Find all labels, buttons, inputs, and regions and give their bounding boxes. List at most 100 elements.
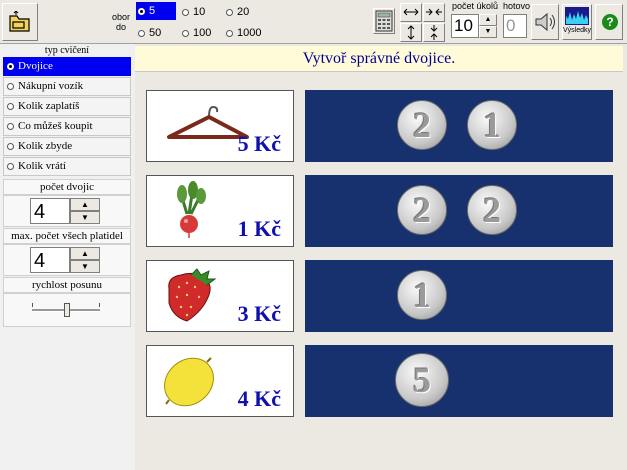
range-option-label: 100 — [193, 27, 212, 39]
range-option-10[interactable]: 10 — [180, 3, 220, 21]
expand-vertical-button[interactable] — [400, 23, 422, 42]
done-label: hotovo — [503, 1, 531, 11]
coin-1kc[interactable]: 1 — [467, 100, 517, 150]
coin-1kc[interactable]: 1 — [397, 270, 447, 320]
item-price: 5 Kč — [237, 131, 281, 156]
coin-2kc[interactable]: 2 — [397, 100, 447, 150]
exercise-option-kolik-zbyde[interactable]: Kolik zbyde — [3, 137, 131, 156]
radio-icon — [7, 102, 14, 110]
range-option-1000[interactable]: 1000 — [224, 24, 268, 42]
exercise-option-kolik-vrati[interactable]: Kolik vrátí — [3, 157, 131, 176]
strawberry-icon — [168, 268, 217, 322]
radish-icon — [177, 181, 206, 238]
range-label: obor do — [108, 12, 134, 32]
pairs-count-up-button[interactable]: ▲ — [70, 198, 100, 211]
range-label-top: obor — [111, 12, 130, 22]
exercise-option-label: Co můžeš koupit — [18, 120, 93, 132]
slider-tick — [99, 303, 100, 307]
radio-icon — [226, 8, 233, 16]
radio-icon — [7, 122, 14, 130]
radio-icon — [7, 62, 14, 70]
speed-slider[interactable] — [3, 293, 131, 327]
exercise-option-label: Kolik vrátí — [18, 160, 66, 172]
arrow-up-icon: ▲ — [81, 200, 89, 209]
exercise-option-label: Kolik zbyde — [18, 140, 73, 152]
coin-5kc[interactable]: 5 — [395, 353, 449, 407]
calculator-button[interactable] — [373, 8, 395, 34]
coin-panel-2[interactable]: 2 2 — [305, 175, 613, 247]
instruction-text: Vytvoř správné dvojice. — [135, 46, 623, 72]
pairs-count-label: počet dvojic — [3, 179, 131, 195]
pairs-count-input[interactable]: 4 — [30, 198, 70, 224]
folder-icon — [9, 11, 30, 32]
done-value: 0 — [503, 14, 527, 38]
results-label: Výsledky — [563, 27, 592, 34]
item-card-radish[interactable]: 1 Kč — [146, 175, 294, 247]
help-button[interactable]: ? — [595, 4, 623, 40]
coin-2kc[interactable]: 2 — [467, 185, 517, 235]
arrow-up-icon: ▲ — [484, 16, 492, 23]
shrink-horizontal-button[interactable] — [423, 3, 445, 22]
item-price: 3 Kč — [237, 301, 281, 326]
help-icon: ? — [602, 14, 618, 30]
lemon-icon — [164, 357, 214, 407]
max-coins-spinner: 4 ▲ ▼ — [3, 244, 131, 276]
arrows-vertical-in-icon — [430, 25, 438, 40]
range-option-label: 1000 — [237, 27, 262, 39]
exercise-option-dvojice[interactable]: Dvojice — [3, 57, 131, 76]
shrink-vertical-button[interactable] — [423, 23, 445, 42]
task-count-up-button[interactable]: ▲ — [479, 14, 497, 26]
item-price: 1 Kč — [237, 216, 281, 241]
task-count-input[interactable]: 10 — [451, 14, 479, 38]
open-folder-button[interactable] — [2, 3, 38, 41]
speed-label: rychlost posunu — [3, 277, 131, 293]
task-count-down-button[interactable]: ▼ — [479, 26, 497, 38]
range-option-50[interactable]: 50 — [136, 24, 176, 42]
range-option-label: 5 — [149, 5, 156, 17]
radio-icon — [182, 29, 189, 37]
arrows-out-icon — [403, 8, 419, 16]
range-label-bottom: do — [115, 22, 126, 32]
exercise-type-label: typ cvičení — [44, 45, 90, 56]
slider-tick — [32, 303, 33, 307]
item-card-hanger[interactable]: 5 Kč — [146, 90, 294, 162]
sound-button[interactable] — [531, 4, 559, 40]
expand-horizontal-button[interactable] — [400, 3, 422, 22]
arrows-vertical-out-icon — [407, 25, 415, 40]
arrow-down-icon: ▼ — [81, 213, 89, 222]
exercise-option-label: Kolik zaplatíš — [18, 100, 80, 112]
coin-panel-4[interactable]: 5 — [305, 345, 613, 417]
task-count-label: počet úkolů — [452, 1, 499, 11]
item-card-strawberry[interactable]: 3 Kč — [146, 260, 294, 332]
item-card-lemon[interactable]: 4 Kč — [146, 345, 294, 417]
speaker-icon — [535, 12, 555, 32]
exercise-option-label: Nákupní vozík — [18, 80, 84, 92]
pairs-count-down-button[interactable]: ▼ — [70, 211, 100, 224]
exercise-option-label: Dvojice — [18, 60, 53, 72]
range-option-100[interactable]: 100 — [180, 24, 224, 42]
coin-panel-1[interactable]: 2 1 — [305, 90, 613, 162]
exercise-option-co-muzes-koupit[interactable]: Co můžeš koupit — [3, 117, 131, 136]
item-price: 4 Kč — [237, 386, 281, 411]
max-coins-input[interactable]: 4 — [30, 247, 70, 273]
max-coins-label: max. počet všech platidel — [3, 228, 131, 244]
coin-panel-3[interactable]: 1 — [305, 260, 613, 332]
slider-thumb[interactable] — [64, 303, 70, 317]
exercise-option-kolik-zaplatis[interactable]: Kolik zaplatíš — [3, 97, 131, 116]
coin-2kc[interactable]: 2 — [397, 185, 447, 235]
max-coins-down-button[interactable]: ▼ — [70, 260, 100, 273]
arrow-down-icon: ▼ — [484, 28, 492, 35]
exercise-option-nakupni-vozik[interactable]: Nákupní vozík — [3, 77, 131, 96]
radio-icon — [226, 29, 233, 37]
range-option-20[interactable]: 20 — [224, 3, 264, 21]
calculator-icon — [375, 10, 393, 32]
range-option-label: 10 — [193, 6, 206, 18]
range-option-label: 50 — [149, 27, 162, 39]
range-option-5[interactable]: 5 — [136, 2, 176, 20]
max-coins-up-button[interactable]: ▲ — [70, 247, 100, 260]
radio-icon — [182, 8, 189, 16]
radio-icon — [7, 142, 14, 150]
radio-icon — [7, 162, 14, 170]
results-button[interactable]: Výsledky — [562, 4, 592, 40]
arrows-in-icon — [426, 8, 442, 16]
